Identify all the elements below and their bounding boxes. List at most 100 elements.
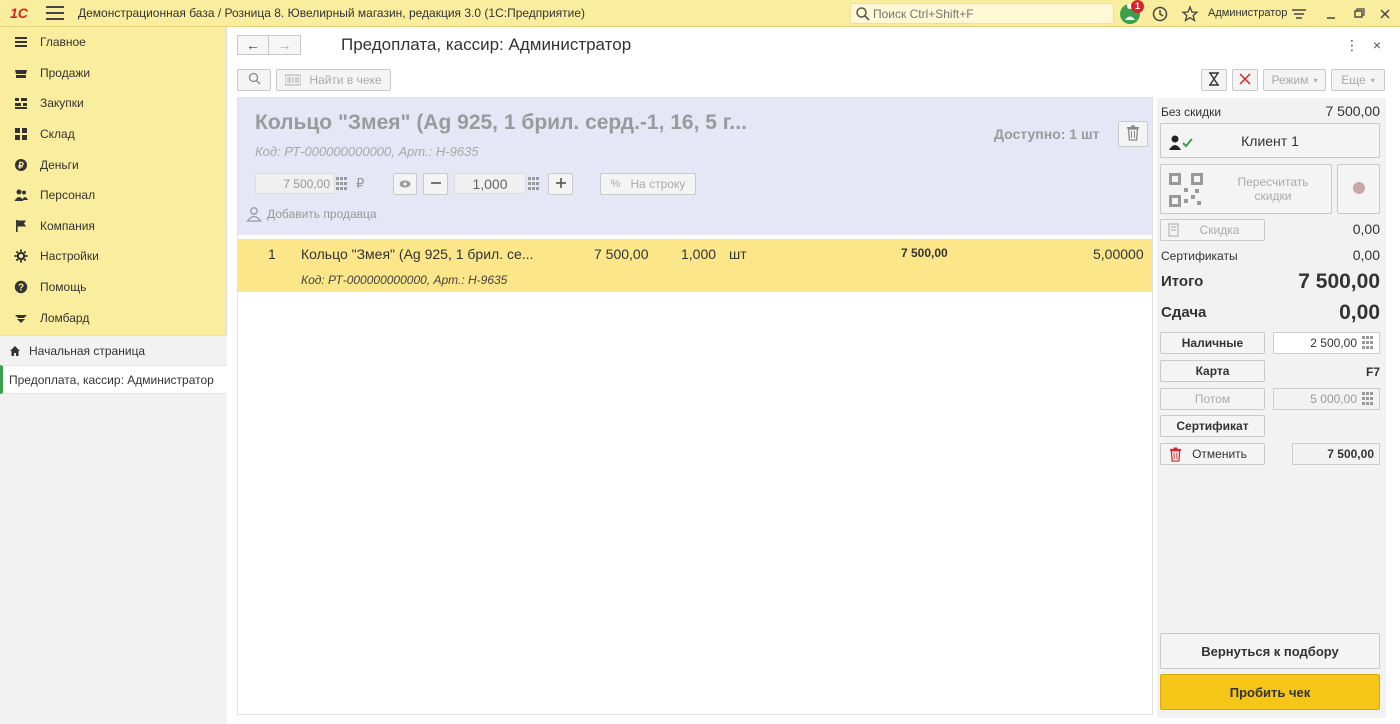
close-red-icon	[1239, 72, 1251, 88]
close-form-icon[interactable]: ×	[1369, 37, 1385, 53]
card-button[interactable]: Карта	[1160, 360, 1265, 382]
find-in-receipt-label: Найти в чеке	[309, 73, 382, 87]
certificates-value: 0,00	[1352, 247, 1380, 263]
table-row[interactable]: 1 Кольцо "Змея" (Ag 925, 1 брил. се... 7…	[238, 239, 1152, 292]
sidebar-item-help[interactable]: ? Помощь	[0, 272, 226, 303]
cancel-amount-field: 7 500,00	[1292, 443, 1380, 465]
recalc-discounts-button[interactable]: Пересчитать скидки	[1160, 164, 1332, 214]
search-icon	[855, 6, 871, 22]
current-user[interactable]: Администратор	[1208, 7, 1287, 19]
discount-button[interactable]: Скидка	[1160, 219, 1265, 241]
row-product-code: Код: РТ-000000000000, Арт.: Н-9635	[301, 273, 508, 287]
payment-panel: Без скидки 7 500,00 Клиент 1 Пересчитать…	[1157, 98, 1386, 718]
restore-icon[interactable]	[1350, 5, 1368, 23]
client-button[interactable]: Клиент 1	[1160, 123, 1380, 158]
people-icon	[14, 188, 28, 202]
total-label: Итого	[1161, 273, 1204, 290]
calculator-icon[interactable]	[1362, 392, 1376, 406]
row-unit: шт	[729, 246, 747, 262]
recalc-discounts-label: Пересчитать скидки	[1237, 175, 1309, 203]
forward-button[interactable]: →	[269, 35, 301, 55]
print-receipt-button[interactable]: Пробить чек	[1160, 674, 1380, 710]
no-discount-label: Без скидки	[1161, 105, 1222, 119]
sidebar-item-main[interactable]: Главное	[0, 27, 226, 58]
more-actions-icon[interactable]: ⋮	[1344, 37, 1360, 53]
discount-value: 0,00	[1352, 221, 1380, 237]
history-icon[interactable]	[1151, 5, 1169, 23]
later-button[interactable]: Потом	[1160, 388, 1265, 410]
total-value: 7 500,00	[1298, 270, 1380, 293]
sidebar-item-pawnshop[interactable]: Ломбард	[0, 302, 226, 333]
settings-lines-icon[interactable]	[1290, 5, 1308, 23]
back-to-selection-button[interactable]: Вернуться к подбору	[1160, 633, 1380, 669]
sidebar-item-label: Главное	[40, 35, 86, 50]
receipt-table	[237, 97, 1153, 715]
favorites-star-icon[interactable]	[1181, 5, 1199, 23]
calculator-icon[interactable]	[1362, 336, 1376, 350]
sidebar-item-sales[interactable]: Продажи	[0, 58, 226, 89]
barcode-icon	[285, 74, 302, 86]
back-button[interactable]: ←	[237, 35, 269, 55]
trash-red-icon	[1168, 447, 1183, 462]
row-price: 7 500,00	[594, 246, 649, 262]
sidebar-item-money[interactable]: ₽ Деньги	[0, 149, 226, 180]
sidebar-item-purchases[interactable]: Закупки	[0, 88, 226, 119]
mode-label: Режим	[1271, 73, 1309, 87]
cash-button[interactable]: Наличные	[1160, 332, 1265, 354]
client-check-icon	[1169, 134, 1193, 150]
discount-label: Скидка	[1199, 223, 1240, 237]
sidebar-item-label: Помощь	[40, 280, 87, 295]
row-product-name: Кольцо "Змея" (Ag 925, 1 брил. се...	[301, 246, 534, 262]
sidebar-item-company[interactable]: Компания	[0, 211, 226, 242]
form-title: Предоплата, кассир: Администратор	[341, 35, 632, 54]
history-nav: ← →	[237, 35, 301, 55]
minimize-icon[interactable]	[1322, 5, 1340, 23]
sidebar-item-personnel[interactable]: Персонал	[0, 180, 226, 211]
row-sum: 7 500,00	[901, 246, 948, 260]
cancel-amount-value: 7 500,00	[1327, 447, 1374, 461]
purchases-icon	[14, 96, 28, 110]
row-quantity: 1,000	[681, 246, 717, 262]
search-button[interactable]	[237, 69, 271, 91]
row-number: 1	[268, 246, 276, 262]
certificate-button[interactable]: Сертификат	[1160, 415, 1265, 437]
change-label: Сдача	[1161, 304, 1207, 321]
discount-doc-icon	[1167, 223, 1181, 237]
main-menu-icon[interactable]	[46, 6, 64, 20]
form-area: ← → Предоплата, кассир: Администратор ⋮ …	[228, 27, 1400, 724]
warehouse-icon	[14, 127, 28, 141]
menu-lines-icon	[14, 35, 28, 49]
cancel-label: Отменить	[1192, 447, 1247, 461]
hourglass-icon	[1208, 71, 1220, 89]
sidebar-item-warehouse[interactable]: Склад	[0, 119, 226, 150]
cancel-button[interactable]: Отменить	[1160, 443, 1265, 465]
card-label: Карта	[1195, 364, 1230, 378]
sidebar-item-settings[interactable]: Настройки	[0, 241, 226, 272]
indicator-button[interactable]	[1337, 164, 1380, 214]
sidebar-item-label: Продажи	[40, 65, 91, 80]
open-form-tab[interactable]: Предоплата, кассир: Администратор	[0, 365, 227, 394]
qr-code-icon	[1169, 173, 1203, 207]
global-search[interactable]	[850, 3, 1114, 24]
notifications-icon[interactable]: 1	[1120, 0, 1144, 25]
status-dot-icon	[1352, 181, 1366, 198]
search-input[interactable]	[873, 6, 1103, 21]
notification-badge: 1	[1131, 0, 1144, 13]
later-amount-field[interactable]: 5 000,00	[1273, 388, 1380, 410]
gear-icon	[14, 249, 28, 263]
sidebar-item-label: Склад	[40, 127, 75, 142]
certificates-label: Сертификаты	[1161, 249, 1238, 263]
more-dropdown[interactable]: Еще ▾	[1331, 69, 1385, 91]
certificate-label: Сертификат	[1176, 419, 1249, 433]
cash-amount-field[interactable]: 2 500,00	[1273, 332, 1380, 354]
chevron-down-icon: ▾	[1370, 75, 1375, 85]
home-page-link[interactable]: Начальная страница	[0, 336, 227, 365]
back-to-selection-label: Вернуться к подбору	[1201, 643, 1339, 659]
mode-dropdown[interactable]: Режим ▾	[1263, 69, 1326, 91]
find-in-receipt-button[interactable]: Найти в чеке	[276, 69, 391, 91]
row-extra-value: 5,00000	[1093, 246, 1144, 262]
hourglass-button[interactable]	[1201, 69, 1227, 91]
close-app-icon[interactable]	[1376, 5, 1394, 23]
clear-receipt-button[interactable]	[1232, 69, 1258, 91]
card-hotkey: F7	[1365, 365, 1380, 379]
